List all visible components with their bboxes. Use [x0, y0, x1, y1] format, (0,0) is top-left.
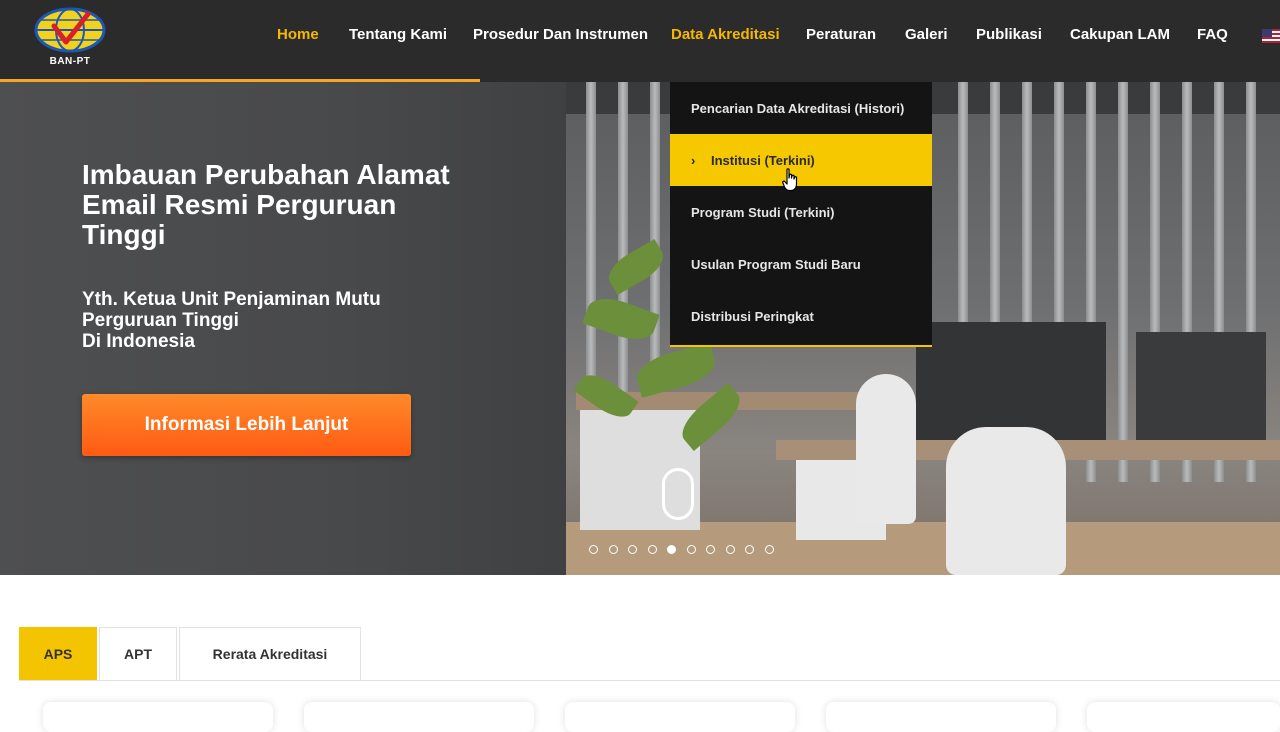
slider-dot[interactable] — [745, 545, 754, 554]
dropdown-item-label: Program Studi (Terkini) — [691, 204, 835, 220]
slider-dot[interactable] — [608, 545, 618, 554]
dropdown-item-institusi-terkini[interactable]: › Institusi (Terkini) — [670, 134, 932, 186]
dropdown-item-program-studi-terkini[interactable]: Program Studi (Terkini) — [670, 186, 932, 238]
logo-text: BAN-PT — [49, 56, 91, 67]
nav-item-cakupan-lam[interactable]: Cakupan LAM — [1070, 26, 1170, 43]
nav-item-prosedur-dan-instrumen[interactable]: Prosedur Dan Instrumen — [473, 26, 648, 43]
header-progress-bar — [0, 79, 480, 82]
slider-dot-active[interactable] — [667, 545, 676, 554]
dropdown-item-label: Usulan Program Studi Baru — [691, 256, 861, 272]
slider-dot[interactable] — [706, 545, 715, 554]
stat-card — [826, 702, 1056, 732]
more-info-button[interactable]: Informasi Lebih Lanjut — [82, 394, 411, 456]
stat-card — [304, 702, 534, 732]
stat-card — [1087, 702, 1280, 732]
chevron-right-icon: › — [691, 152, 696, 168]
tabs-divider — [19, 680, 1280, 681]
tab-rerata-akreditasi[interactable]: Rerata Akreditasi — [179, 627, 361, 680]
nav-item-tentang-kami[interactable]: Tentang Kami — [349, 26, 447, 43]
hand-pointer-cursor-icon — [782, 168, 798, 192]
us-flag-icon[interactable] — [1262, 29, 1280, 43]
site-header: BAN-PT Home Tentang Kami Prosedur Dan In… — [0, 0, 1280, 82]
dropdown-item-label: Institusi (Terkini) — [711, 152, 815, 168]
hero-title: Imbauan Perubahan Alamat Email Resmi Per… — [82, 159, 450, 250]
ban-pt-logo[interactable]: BAN-PT — [30, 6, 110, 70]
globe-logo-icon — [34, 7, 106, 53]
dropdown-item-label: Distribusi Peringkat — [691, 308, 814, 324]
nav-item-galeri[interactable]: Galeri — [905, 26, 948, 43]
stat-card — [565, 702, 795, 732]
slider-dot[interactable] — [628, 545, 637, 554]
tab-aps[interactable]: APS — [19, 627, 97, 680]
slider-dot[interactable] — [764, 545, 774, 554]
hero-subtitle: Yth. Ketua Unit Penjaminan Mutu Pergurua… — [82, 289, 381, 352]
hero-slider: Imbauan Perubahan Alamat Email Resmi Per… — [0, 82, 1280, 575]
nav-item-peraturan[interactable]: Peraturan — [806, 26, 876, 43]
nav-item-home[interactable]: Home — [277, 26, 319, 43]
slider-dot[interactable] — [686, 545, 696, 554]
nav-item-data-akreditasi[interactable]: Data Akreditasi — [671, 26, 780, 43]
nav-item-faq[interactable]: FAQ — [1197, 26, 1228, 43]
dropdown-item-label: Pencarian Data Akreditasi (Histori) — [691, 100, 905, 116]
slider-dot[interactable] — [589, 545, 598, 554]
dropdown-item-distribusi-peringkat[interactable]: Distribusi Peringkat — [670, 290, 932, 342]
nav-item-publikasi[interactable]: Publikasi — [976, 26, 1042, 43]
tab-apt[interactable]: APT — [99, 627, 177, 680]
dropdown-item-pencarian-data-akreditasi[interactable]: Pencarian Data Akreditasi (Histori) — [670, 82, 932, 134]
dropdown-item-usulan-program-studi-baru[interactable]: Usulan Program Studi Baru — [670, 238, 932, 290]
slider-dot[interactable] — [725, 545, 735, 554]
slider-dot[interactable] — [647, 545, 657, 554]
data-akreditasi-dropdown: Pencarian Data Akreditasi (Histori) › In… — [670, 82, 932, 347]
stat-card — [43, 702, 273, 732]
mouse-scroll-icon — [662, 468, 694, 520]
